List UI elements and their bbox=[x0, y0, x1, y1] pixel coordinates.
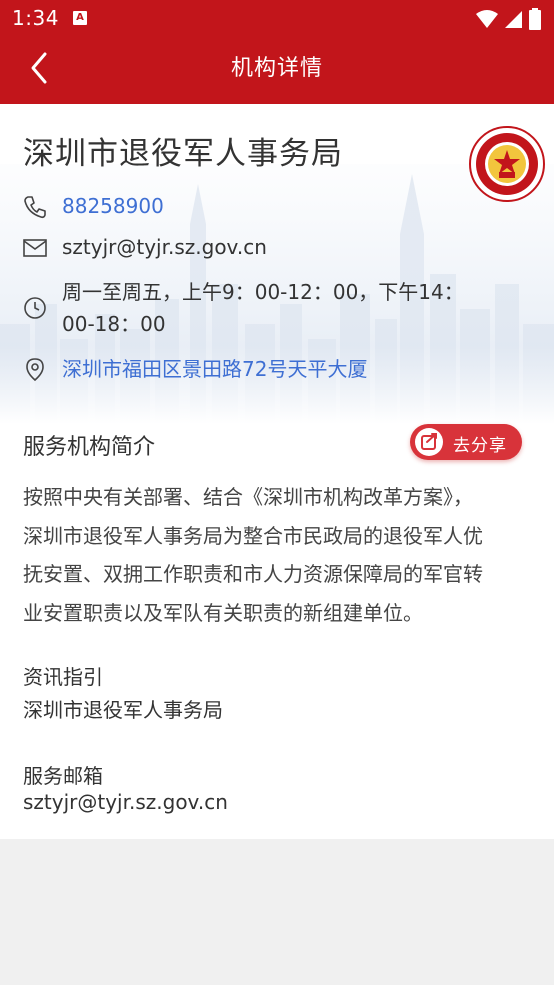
signal-icon bbox=[504, 11, 522, 28]
share-button[interactable]: 去分享 bbox=[410, 424, 522, 460]
hours-line-1: 周一至周五，上午9：00-12：00，下午14： bbox=[62, 280, 464, 304]
battery-icon bbox=[529, 8, 541, 30]
empty-background bbox=[0, 839, 554, 985]
phone-number-link[interactable]: 88258900 bbox=[62, 190, 164, 222]
intro-paragraph: 按照中央有关部署、结合《深圳市机构改革方案》， 深圳市退役军人事务局为整合市民政… bbox=[23, 478, 533, 632]
status-time: 1:34 bbox=[12, 6, 59, 30]
info-guide-value: 深圳市退役军人事务局 bbox=[23, 698, 223, 722]
intro-line: 深圳市退役军人事务局为整合市民政局的退役军人优 bbox=[23, 523, 483, 548]
clock-icon bbox=[24, 297, 46, 319]
org-name: 深圳市退役军人事务局 bbox=[23, 136, 343, 172]
email-text: sztyjr@tyjr.sz.gov.cn bbox=[62, 235, 267, 259]
notification-icon: A bbox=[73, 11, 87, 25]
intro-line: 按照中央有关部署、结合《深圳市机构改革方案》， bbox=[23, 485, 473, 509]
veterans-bureau-emblem bbox=[469, 126, 545, 202]
status-bar: 1:34 A bbox=[0, 0, 554, 40]
location-pin-icon bbox=[26, 358, 44, 382]
hours-line-2: 00-18：00 bbox=[62, 312, 166, 336]
service-email-label: 服务邮箱 bbox=[23, 764, 103, 788]
phone-icon bbox=[24, 196, 46, 219]
info-guide-label: 资讯指引 bbox=[23, 665, 103, 689]
wifi-icon bbox=[475, 10, 498, 28]
share-icon bbox=[415, 428, 443, 456]
service-email-value: sztyjr@tyjr.sz.gov.cn bbox=[23, 790, 228, 814]
share-label: 去分享 bbox=[453, 436, 507, 456]
intro-line: 业安置职责以及军队有关职责的新组建单位。 bbox=[23, 600, 423, 625]
mail-icon bbox=[23, 239, 47, 257]
section-title-intro: 服务机构简介 bbox=[23, 435, 156, 460]
app-bar: 机构详情 bbox=[0, 40, 554, 104]
page-title: 机构详情 bbox=[230, 56, 323, 81]
address-link[interactable]: 深圳市福田区景田路72号天平大厦 bbox=[62, 353, 367, 385]
status-icons bbox=[475, 8, 542, 30]
org-detail-card: 深圳市退役军人事务局 88258900 sztyjr@tyjr.sz.gov.c… bbox=[0, 104, 554, 839]
intro-line: 抚安置、双拥工作职责和市人力资源保障局的军官转 bbox=[23, 562, 483, 586]
